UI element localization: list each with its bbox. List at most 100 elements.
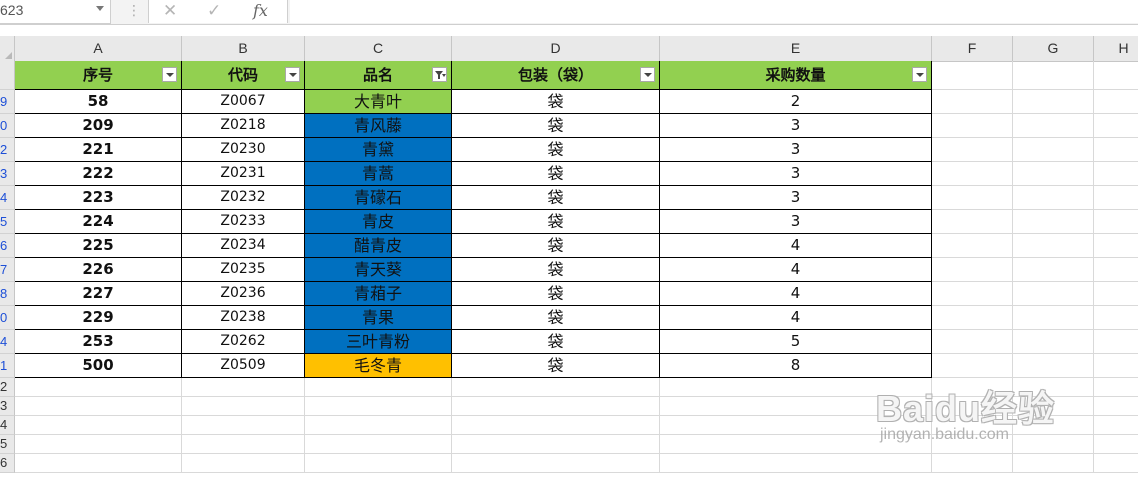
empty-cell[interactable] <box>932 306 1013 330</box>
empty-cell[interactable] <box>1094 397 1138 416</box>
empty-cell[interactable] <box>305 416 452 435</box>
empty-cell[interactable] <box>452 454 660 473</box>
empty-cell[interactable] <box>932 416 1013 435</box>
empty-cell[interactable] <box>305 378 452 397</box>
table-cell[interactable]: 223 <box>15 186 182 210</box>
formula-input[interactable] <box>290 0 1138 23</box>
empty-cell[interactable] <box>1094 61 1138 90</box>
column-header-f[interactable]: F <box>932 36 1013 62</box>
empty-cell[interactable] <box>1094 354 1138 378</box>
table-header-cell[interactable]: 序号 <box>15 61 182 90</box>
table-cell[interactable]: 青皮 <box>305 210 452 234</box>
table-cell[interactable]: 青蒿 <box>305 162 452 186</box>
empty-cell[interactable] <box>932 282 1013 306</box>
table-cell[interactable]: 226 <box>15 258 182 282</box>
empty-cell[interactable] <box>1094 306 1138 330</box>
empty-cell[interactable] <box>182 454 305 473</box>
empty-cell[interactable] <box>15 397 182 416</box>
empty-cell[interactable] <box>932 114 1013 138</box>
empty-cell[interactable] <box>932 210 1013 234</box>
table-cell[interactable]: 3 <box>660 138 932 162</box>
row-number[interactable]: 6 <box>0 234 15 258</box>
table-cell[interactable]: 青果 <box>305 306 452 330</box>
empty-cell[interactable] <box>932 378 1013 397</box>
table-cell[interactable]: 青葙子 <box>305 282 452 306</box>
row-number[interactable]: 7 <box>0 258 15 282</box>
table-cell[interactable]: 4 <box>660 282 932 306</box>
table-cell[interactable]: 253 <box>15 330 182 354</box>
empty-cell[interactable] <box>932 162 1013 186</box>
row-header[interactable] <box>0 61 15 90</box>
table-cell[interactable]: 58 <box>15 90 182 114</box>
empty-cell[interactable] <box>660 454 932 473</box>
table-cell[interactable]: 袋 <box>452 282 660 306</box>
empty-cell[interactable] <box>1013 306 1094 330</box>
empty-cell[interactable] <box>305 397 452 416</box>
drag-handle-icon[interactable]: ⋮ <box>127 3 141 19</box>
empty-cell[interactable] <box>932 354 1013 378</box>
chevron-down-icon[interactable] <box>96 6 104 11</box>
table-cell[interactable]: 青风藤 <box>305 114 452 138</box>
empty-cell[interactable] <box>1013 378 1094 397</box>
empty-cell[interactable] <box>932 186 1013 210</box>
table-cell[interactable]: Z0236 <box>182 282 305 306</box>
empty-cell[interactable] <box>1094 282 1138 306</box>
empty-cell[interactable] <box>1094 258 1138 282</box>
empty-cell[interactable] <box>305 454 452 473</box>
empty-cell[interactable] <box>1094 330 1138 354</box>
table-cell[interactable]: 袋 <box>452 186 660 210</box>
table-cell[interactable]: 3 <box>660 210 932 234</box>
empty-cell[interactable] <box>1013 330 1094 354</box>
empty-cell[interactable] <box>182 397 305 416</box>
filter-dropdown-icon[interactable] <box>912 67 927 82</box>
table-cell[interactable]: 袋 <box>452 234 660 258</box>
table-cell[interactable]: 袋 <box>452 306 660 330</box>
table-cell[interactable]: Z0238 <box>182 306 305 330</box>
empty-cell[interactable] <box>932 61 1013 90</box>
table-cell[interactable]: 大青叶 <box>305 90 452 114</box>
table-cell[interactable]: Z0234 <box>182 234 305 258</box>
empty-cell[interactable] <box>660 435 932 454</box>
column-header-b[interactable]: B <box>182 36 305 62</box>
table-cell[interactable]: 3 <box>660 186 932 210</box>
table-cell[interactable]: 袋 <box>452 354 660 378</box>
empty-cell[interactable] <box>452 378 660 397</box>
row-number[interactable]: 0 <box>0 306 15 330</box>
row-number[interactable]: 4 <box>0 186 15 210</box>
filter-dropdown-icon[interactable] <box>162 67 177 82</box>
empty-cell[interactable] <box>932 258 1013 282</box>
column-header-c[interactable]: C <box>305 36 452 62</box>
table-cell[interactable]: Z0262 <box>182 330 305 354</box>
row-number[interactable]: 8 <box>0 282 15 306</box>
table-cell[interactable]: 224 <box>15 210 182 234</box>
empty-cell[interactable] <box>1094 435 1138 454</box>
row-number[interactable]: 3 <box>0 162 15 186</box>
table-cell[interactable]: 青礞石 <box>305 186 452 210</box>
column-header-e[interactable]: E <box>660 36 932 62</box>
empty-cell[interactable] <box>1094 162 1138 186</box>
empty-cell[interactable] <box>1013 397 1094 416</box>
empty-cell[interactable] <box>1013 258 1094 282</box>
row-number[interactable]: 0 <box>0 114 15 138</box>
empty-cell[interactable] <box>932 397 1013 416</box>
table-cell[interactable]: 8 <box>660 354 932 378</box>
empty-cell[interactable] <box>15 416 182 435</box>
cancel-icon[interactable]: ✕ <box>163 0 177 22</box>
table-cell[interactable]: Z0235 <box>182 258 305 282</box>
table-cell[interactable]: 三叶青粉 <box>305 330 452 354</box>
empty-cell[interactable] <box>1094 454 1138 473</box>
table-cell[interactable]: 227 <box>15 282 182 306</box>
empty-cell[interactable] <box>1013 210 1094 234</box>
table-header-cell[interactable]: 代码 <box>182 61 305 90</box>
table-cell[interactable]: 209 <box>15 114 182 138</box>
table-cell[interactable]: 4 <box>660 306 932 330</box>
select-all-corner[interactable] <box>0 36 15 62</box>
empty-cell[interactable] <box>932 90 1013 114</box>
name-box[interactable]: 623 <box>0 0 111 24</box>
empty-cell[interactable] <box>1013 416 1094 435</box>
table-cell[interactable]: 袋 <box>452 90 660 114</box>
table-cell[interactable]: 4 <box>660 234 932 258</box>
column-header-h[interactable]: H <box>1094 36 1138 62</box>
filter-dropdown-icon[interactable] <box>640 67 655 82</box>
table-cell[interactable]: 毛冬青 <box>305 354 452 378</box>
